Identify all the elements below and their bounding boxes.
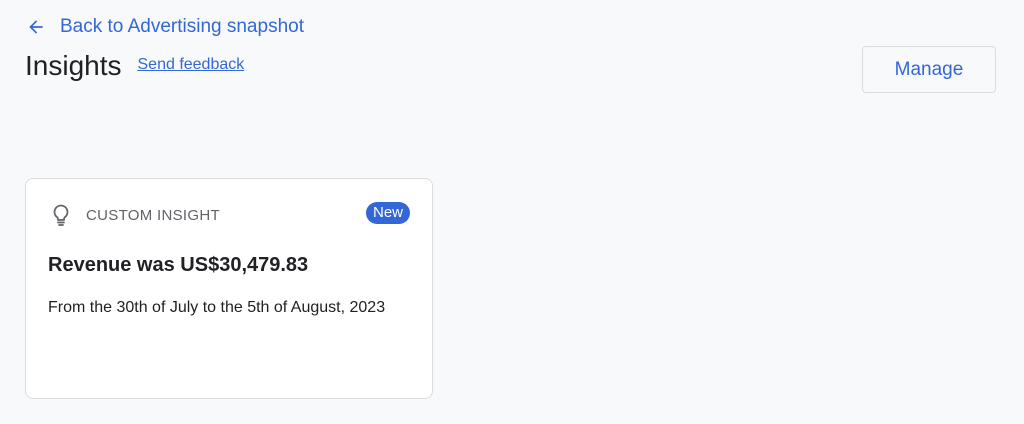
back-link-label: Back to Advertising snapshot: [60, 16, 304, 37]
arrow-left-icon: [26, 17, 46, 37]
lightbulb-icon: [50, 203, 72, 227]
insight-headline: Revenue was US$30,479.83: [48, 254, 309, 276]
insight-card[interactable]: CUSTOM INSIGHT New Revenue was US$30,479…: [25, 178, 433, 399]
card-label: CUSTOM INSIGHT: [86, 206, 220, 224]
card-header: CUSTOM INSIGHT: [50, 203, 220, 227]
manage-button[interactable]: Manage: [862, 46, 996, 93]
title-row: Insights Send feedback: [25, 50, 244, 82]
back-link[interactable]: Back to Advertising snapshot: [26, 16, 304, 38]
page-title: Insights: [25, 50, 122, 81]
insight-date-range: From the 30th of July to the 5th of Augu…: [48, 299, 386, 316]
send-feedback-link[interactable]: Send feedback: [138, 56, 245, 74]
new-badge: New: [365, 202, 410, 224]
